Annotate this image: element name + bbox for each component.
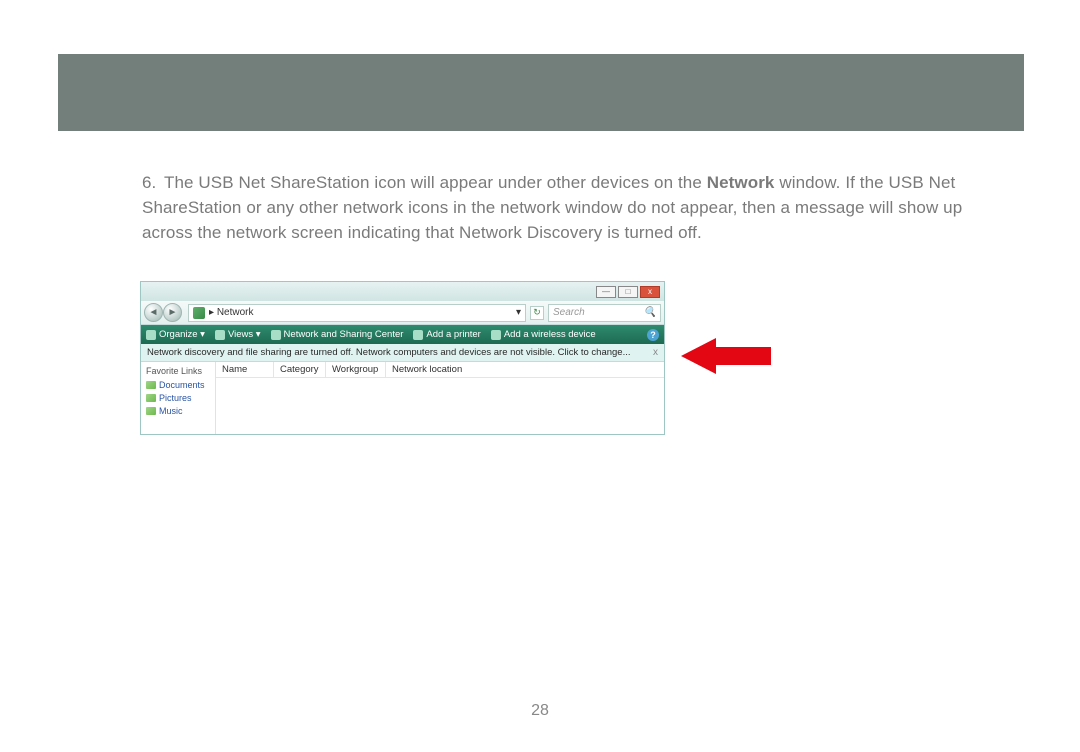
sharing-center-button[interactable]: Network and Sharing Center [271,329,404,340]
minimize-button[interactable]: — [596,286,616,298]
column-category[interactable]: Category [274,362,326,377]
notification-close-button[interactable]: x [653,347,658,358]
favorites-sidebar: Favorite Links Documents Pictures Music [141,362,216,434]
sharing-center-icon [271,330,281,340]
search-icon: 🔍 [644,307,656,318]
organize-label: Organize ▾ [159,329,205,340]
back-button[interactable]: ◄ [144,303,163,322]
organize-button[interactable]: Organize ▾ [146,329,205,340]
wireless-icon [491,330,501,340]
column-name[interactable]: Name [216,362,274,377]
add-printer-button[interactable]: Add a printer [413,329,480,340]
instruction-bold: Network [707,173,775,192]
views-button[interactable]: Views ▾ [215,329,261,340]
printer-icon [413,330,423,340]
favorites-header: Favorite Links [146,366,210,376]
sidebar-label-documents: Documents [159,380,205,390]
search-input[interactable]: Search 🔍 [548,304,661,322]
sidebar-item-pictures[interactable]: Pictures [146,393,210,403]
instruction-text-1: The USB Net ShareStation icon will appea… [164,173,707,192]
maximize-button[interactable]: □ [618,286,638,298]
column-headers: Name Category Workgroup Network location [216,362,664,378]
column-workgroup[interactable]: Workgroup [326,362,386,377]
navigation-row: ◄ ► ▸ Network ▾ ↻ Search 🔍 [141,301,664,325]
sidebar-item-documents[interactable]: Documents [146,380,210,390]
add-wireless-label: Add a wireless device [504,329,596,340]
vista-network-window: — □ x ◄ ► ▸ Network ▾ ↻ Search 🔍 Organiz… [140,281,665,435]
callout-arrow-icon [681,336,771,376]
column-location[interactable]: Network location [386,362,664,377]
breadcrumb-arrow: ▸ [209,307,214,318]
add-printer-label: Add a printer [426,329,480,340]
window-titlebar: — □ x [141,282,664,301]
notification-bar[interactable]: Network discovery and file sharing are t… [141,344,664,362]
list-number: 6. [142,170,164,195]
sidebar-label-music: Music [159,406,183,416]
nav-buttons: ◄ ► [144,303,182,322]
help-button[interactable]: ? [647,329,659,341]
views-icon [215,330,225,340]
page-number: 28 [531,702,549,720]
organize-icon [146,330,156,340]
add-wireless-button[interactable]: Add a wireless device [491,329,596,340]
document-header-bar [58,54,1024,131]
folder-icon [146,381,156,389]
sidebar-label-pictures: Pictures [159,393,192,403]
address-bar[interactable]: ▸ Network ▾ [188,304,526,322]
breadcrumb-dropdown[interactable]: ▾ [516,307,521,318]
content-area: Favorite Links Documents Pictures Music … [141,362,664,434]
folder-icon [146,407,156,415]
command-toolbar: Organize ▾ Views ▾ Network and Sharing C… [141,325,664,344]
refresh-button[interactable]: ↻ [530,306,544,320]
main-list-pane: Name Category Workgroup Network location [216,362,664,434]
forward-button[interactable]: ► [163,303,182,322]
instruction-paragraph: 6.The USB Net ShareStation icon will app… [142,170,980,245]
sidebar-item-music[interactable]: Music [146,406,210,416]
close-button[interactable]: x [640,286,660,298]
search-placeholder: Search [553,307,585,318]
views-label: Views ▾ [228,329,261,340]
breadcrumb-label: Network [217,307,254,318]
network-icon [193,307,205,319]
folder-icon [146,394,156,402]
sharing-center-label: Network and Sharing Center [284,329,404,340]
notification-text: Network discovery and file sharing are t… [147,347,631,358]
